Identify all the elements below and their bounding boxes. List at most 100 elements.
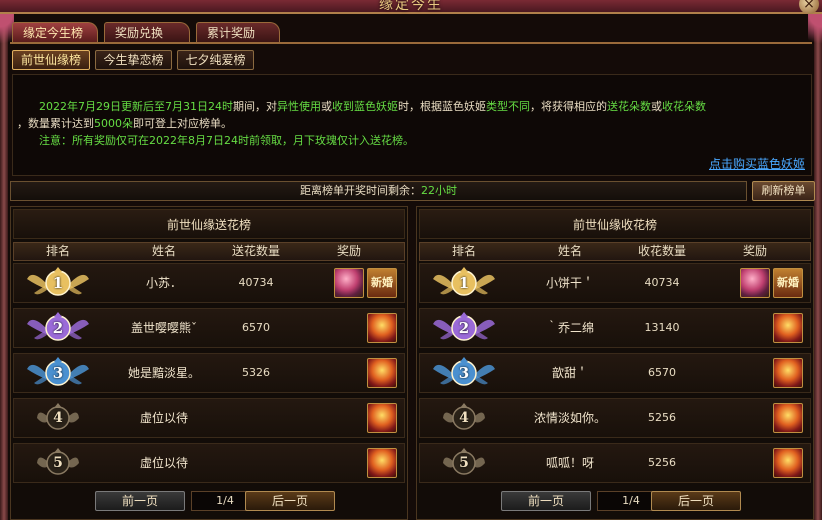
receive-flower-ranking-panel: 前世仙缘收花榜 排名 姓名 收花数量 奖励 1 小饼干＇ 40734 新婚 2 ｀乔二绵… bbox=[416, 206, 814, 520]
subtab-this-life[interactable]: 今生挚恋榜 bbox=[95, 50, 172, 70]
refresh-ranking-button[interactable]: 刷新榜单 bbox=[752, 181, 815, 201]
prev-page-button[interactable]: 前一页 bbox=[95, 491, 185, 511]
ranking-row: 3 歆甜＇ 6570 bbox=[419, 353, 811, 393]
flower-count: 13140 bbox=[644, 321, 680, 334]
notice-text: 或 bbox=[320, 100, 332, 113]
notice-text: 时，根据蓝色妖姬 bbox=[397, 100, 486, 113]
countdown-value: 22小时 bbox=[421, 184, 457, 197]
ranking-row: 3 她是黯淡星。 5326 bbox=[13, 353, 405, 393]
flower-count: 5256 bbox=[648, 411, 676, 424]
frame-right bbox=[814, 14, 822, 520]
window-title: 缘定今生 bbox=[379, 0, 443, 13]
reward-chest-icon[interactable] bbox=[367, 313, 397, 343]
flower-count: 40734 bbox=[238, 276, 274, 289]
next-page-button[interactable]: 后一页 bbox=[245, 491, 335, 511]
notice-highlight: 类型不同 bbox=[485, 100, 530, 113]
reward-title-icon[interactable]: 新婚 bbox=[367, 268, 397, 298]
prev-page-button[interactable]: 前一页 bbox=[501, 491, 591, 511]
buy-blue-enchantress-link[interactable]: 点击购买蓝色妖姬 bbox=[709, 155, 805, 172]
notice-text: 或 bbox=[650, 100, 662, 113]
rank-number: 4 bbox=[53, 410, 63, 426]
flower-count: 5326 bbox=[242, 366, 270, 379]
rank-medal-icon: 2 bbox=[26, 310, 90, 349]
rank-medal-icon: 1 bbox=[26, 265, 90, 304]
rank-number: 2 bbox=[458, 319, 470, 337]
rank-number: 2 bbox=[52, 319, 64, 337]
reward-chest-icon[interactable] bbox=[773, 448, 803, 478]
send-flower-ranking-panel: 前世仙缘送花榜 排名 姓名 送花数量 奖励 1 小苏． 40734 新婚 2 盖世嘤嘤熊… bbox=[10, 206, 408, 520]
player-name: 小苏． bbox=[145, 276, 182, 290]
flower-count bbox=[212, 444, 300, 482]
ranking-row: 5 呱呱！呀 5256 bbox=[419, 443, 811, 483]
notice-text: 期间，对 bbox=[232, 100, 277, 113]
ranking-row: 2 ｀乔二绵 13140 bbox=[419, 308, 811, 348]
window-title-bar: 缘定今生 × bbox=[0, 0, 822, 14]
ranking-row: 1 小苏． 40734 新婚 bbox=[13, 263, 405, 303]
rank-number: 4 bbox=[459, 410, 469, 426]
ranking-row: 4 浓情淡如你。 5256 bbox=[419, 398, 811, 438]
rank-medal-icon: 1 bbox=[432, 265, 496, 304]
rose-ornament-right bbox=[808, 14, 822, 54]
flower-count: 6570 bbox=[648, 366, 676, 379]
notice-highlight: 收花朵数 bbox=[661, 100, 706, 113]
rank-medal-icon: 5 bbox=[35, 445, 81, 484]
notice-highlight: 异性使用 bbox=[276, 100, 321, 113]
notice-highlight: 送花朵数 bbox=[606, 100, 651, 113]
player-name: 浓情淡如你。 bbox=[533, 411, 606, 425]
reward-flower-icon[interactable] bbox=[740, 268, 770, 298]
rank-medal-icon: 3 bbox=[432, 355, 496, 394]
next-page-button[interactable]: 后一页 bbox=[651, 491, 741, 511]
col-name: 姓名 bbox=[151, 244, 176, 258]
rank-number: 3 bbox=[52, 364, 64, 382]
column-header: 排名 姓名 送花数量 奖励 bbox=[13, 242, 405, 261]
col-rank: 排名 bbox=[451, 244, 476, 258]
ranking-row: 2 盖世嘤嘤熊ˇ 6570 bbox=[13, 308, 405, 348]
player-name: 她是黯淡星。 bbox=[127, 366, 200, 380]
notice-date-range: 2022年7月29日更新后至7月31日24时 bbox=[39, 100, 233, 113]
col-count: 收花数量 bbox=[637, 244, 686, 258]
rank-number: 5 bbox=[459, 455, 469, 471]
notice-deadline: 注意：所有奖励仅可在2022年8月7日24时前领取，月下玫瑰仅计入送花榜。 bbox=[39, 134, 414, 147]
rank-medal-icon: 4 bbox=[35, 400, 81, 439]
tab-reward-exchange[interactable]: 奖励兑换 bbox=[104, 22, 190, 42]
subtab-qixi[interactable]: 七夕纯爱榜 bbox=[177, 50, 254, 70]
rank-medal-icon: 5 bbox=[441, 445, 487, 484]
ranking-row: 1 小饼干＇ 40734 新婚 bbox=[419, 263, 811, 303]
reward-chest-icon[interactable] bbox=[773, 403, 803, 433]
player-name: 虚位以待 bbox=[139, 411, 188, 425]
flower-count bbox=[212, 399, 300, 437]
reward-chest-icon[interactable] bbox=[367, 403, 397, 433]
flower-count: 40734 bbox=[644, 276, 680, 289]
reward-chest-icon[interactable] bbox=[367, 358, 397, 388]
player-name: 歆甜＇ bbox=[551, 366, 588, 380]
player-name: 虚位以待 bbox=[139, 456, 188, 470]
flower-count: 5256 bbox=[648, 456, 676, 469]
player-name: ｀乔二绵 bbox=[545, 321, 594, 335]
flower-count: 6570 bbox=[242, 321, 270, 334]
notice-highlight: 5000朵 bbox=[94, 117, 133, 130]
col-reward: 奖励 bbox=[742, 244, 767, 258]
reward-chest-icon[interactable] bbox=[367, 448, 397, 478]
col-rank: 排名 bbox=[45, 244, 70, 258]
ranking-row: 5 虚位以待 bbox=[13, 443, 405, 483]
subtab-past-life[interactable]: 前世仙缘榜 bbox=[12, 50, 90, 70]
frame-left bbox=[0, 14, 8, 520]
rank-number: 1 bbox=[458, 274, 470, 292]
reward-chest-icon[interactable] bbox=[773, 313, 803, 343]
tab-couple-ranking[interactable]: 缘定今生榜 bbox=[12, 22, 98, 42]
panel-title: 前世仙缘收花榜 bbox=[419, 209, 811, 239]
player-name: 小饼干＇ bbox=[545, 276, 594, 290]
notice-text: ，将获得相应的 bbox=[529, 100, 607, 113]
reward-chest-icon[interactable] bbox=[773, 358, 803, 388]
reward-flower-icon[interactable] bbox=[334, 268, 364, 298]
event-notice: 2022年7月29日更新后至7月31日24时期间，对异性使用或收到蓝色妖姬时，根… bbox=[12, 74, 812, 176]
notice-text: ，数量累计达到 bbox=[17, 117, 94, 130]
reward-title-icon[interactable]: 新婚 bbox=[773, 268, 803, 298]
tab-cumulative-rewards[interactable]: 累计奖励 bbox=[196, 22, 280, 42]
rank-number: 1 bbox=[52, 274, 64, 292]
rank-medal-icon: 2 bbox=[432, 310, 496, 349]
ranking-row: 4 虚位以待 bbox=[13, 398, 405, 438]
rank-medal-icon: 4 bbox=[441, 400, 487, 439]
tab-underline bbox=[10, 42, 812, 44]
col-count: 送花数量 bbox=[231, 244, 280, 258]
